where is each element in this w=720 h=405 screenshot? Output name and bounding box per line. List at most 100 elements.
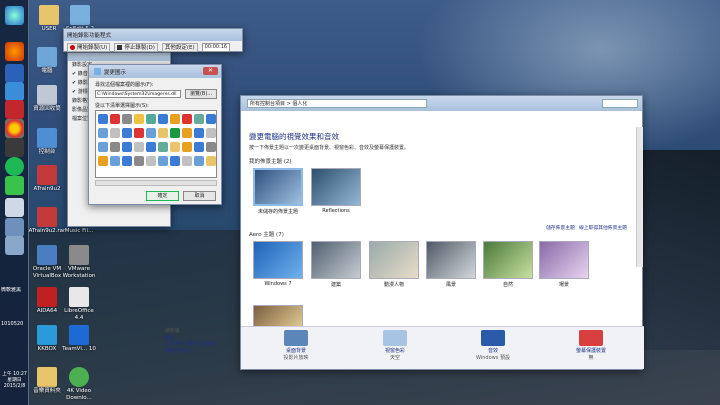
chrome-icon[interactable] (5, 119, 24, 138)
desktop-icon-atrain[interactable]: ATrain9u2 (28, 165, 66, 193)
scrollbar[interactable] (636, 127, 643, 267)
selectable-icon[interactable] (194, 156, 204, 166)
theme-windows7[interactable]: Windows 7 (253, 241, 303, 287)
search-input[interactable] (602, 99, 638, 108)
desktop-icon-vmware[interactable]: VMware Workstation (60, 245, 98, 279)
ok-button[interactable]: 確定 (146, 191, 179, 201)
selectable-icon[interactable] (194, 128, 204, 138)
browser-icon[interactable] (5, 64, 24, 83)
icon-list-scrollbar[interactable] (95, 180, 217, 186)
selectable-icon[interactable] (98, 128, 108, 138)
ease-of-access-link[interactable]: 輕鬆存取中心 (165, 349, 235, 356)
selectable-icon[interactable] (110, 142, 120, 152)
selectable-icon[interactable] (134, 114, 144, 124)
selectable-icon[interactable] (146, 156, 156, 166)
selectable-icon[interactable] (98, 142, 108, 152)
screen-saver-option[interactable]: 螢幕保護裝置無 (561, 330, 621, 361)
theme-label: 動漫人物 (383, 282, 404, 288)
dialog-title: 變更圖示 (104, 69, 127, 76)
theme-nature[interactable]: 自然 (483, 241, 533, 288)
desktop-icon-libreoffice[interactable]: LibreOffice 4.4 (60, 287, 98, 321)
cancel-button[interactable]: 取消 (183, 191, 216, 201)
theme-reflections[interactable]: Reflections (311, 168, 361, 214)
selectable-icon[interactable] (206, 142, 216, 152)
dialog-titlebar: 變更圖示 (89, 65, 221, 78)
selectable-icon[interactable] (206, 128, 216, 138)
selectable-icon[interactable] (170, 142, 180, 152)
selectable-icon[interactable] (98, 156, 108, 166)
control-panel-icon (37, 128, 57, 148)
spotify-icon[interactable] (5, 157, 24, 176)
desktop-icon-control-panel[interactable]: 控制台 (28, 128, 66, 156)
more-settings-button[interactable]: 其他設定(E) (161, 42, 198, 52)
selectable-icon[interactable] (122, 156, 132, 166)
clock[interactable]: 上午 10:27 星期日 2015/2/8 (0, 372, 29, 390)
selectable-icon[interactable] (122, 142, 132, 152)
browse-button[interactable]: 瀏覽(B)... (185, 89, 217, 99)
desktop-icon-teamviewer[interactable]: TeamVi... 10 (60, 325, 98, 353)
button-label: 開始錄製(U) (77, 45, 108, 51)
sounds-option[interactable]: 音效 Windows 預設 (463, 330, 523, 361)
theme-label: Reflections (322, 208, 350, 214)
firefox-icon[interactable] (5, 42, 24, 61)
recorder-icon[interactable] (5, 218, 24, 237)
selectable-icon[interactable] (146, 128, 156, 138)
app-icon[interactable] (5, 138, 24, 157)
selectable-icon[interactable] (158, 128, 168, 138)
selectable-icon[interactable] (182, 156, 192, 166)
theme-architecture[interactable]: 建築 (311, 241, 361, 288)
selectable-icon[interactable] (206, 114, 216, 124)
selectable-icon[interactable] (182, 142, 192, 152)
theme-landscapes[interactable]: 風景 (426, 241, 476, 288)
selectable-icon[interactable] (122, 114, 132, 124)
window-icon[interactable] (5, 198, 24, 217)
selectable-icon[interactable] (134, 128, 144, 138)
start-icon[interactable] (5, 6, 24, 25)
desktop-icon-computer[interactable]: 電腦 (28, 47, 66, 75)
record-icon (70, 44, 75, 50)
button-label: 其他設定(E) (164, 45, 195, 51)
selectable-icon[interactable] (182, 114, 192, 124)
desktop-icon-recycle[interactable]: 資源回收筒 (28, 85, 66, 113)
selectable-icon[interactable] (182, 128, 192, 138)
selectable-icon[interactable] (170, 114, 180, 124)
selectable-icon[interactable] (206, 156, 216, 166)
save-theme-link[interactable]: 儲存佈景主題 (546, 224, 575, 231)
window-color-option[interactable]: 視窗色彩 天空 (365, 330, 425, 361)
breadcrumb[interactable]: 所有控制台項目 > 個人化 (247, 99, 427, 108)
theme-characters[interactable]: 動漫人物 (369, 241, 419, 288)
option-label: 螢幕保護裝置 (575, 348, 606, 354)
selectable-icon[interactable] (122, 128, 132, 138)
selectable-icon[interactable] (134, 156, 144, 166)
icon-path-input[interactable]: C:\Windows\System32\imageres.dll (95, 90, 181, 98)
selectable-icon[interactable] (110, 156, 120, 166)
selectable-icon[interactable] (110, 114, 120, 124)
start-record-button[interactable]: 開始錄製(U) (67, 42, 111, 52)
line-icon[interactable] (5, 176, 24, 195)
filezilla-icon[interactable] (5, 100, 24, 119)
theme-scenes[interactable]: 場景 (539, 241, 589, 288)
desktop-icon-label: 資源回收筒 (33, 106, 61, 112)
ie-icon[interactable] (5, 82, 24, 101)
theme-unsaved[interactable]: 未儲存的佈景主題 (253, 168, 303, 215)
selectable-icon[interactable] (110, 128, 120, 138)
selectable-icon[interactable] (158, 114, 168, 124)
selectable-icon[interactable] (134, 142, 144, 152)
desktop-background-option[interactable]: 桌面背景 投影片放映 (266, 330, 326, 361)
selectable-icon[interactable] (158, 142, 168, 152)
selectable-icon[interactable] (170, 128, 180, 138)
desktop-icon-4k-downloader[interactable]: 4K Video Downlo... (60, 367, 98, 401)
selectable-icon[interactable] (194, 142, 204, 152)
online-themes-link[interactable]: 線上取得其他佈景主題 (579, 224, 627, 231)
selectable-icon[interactable] (98, 114, 108, 124)
stop-record-button[interactable]: 停止錄製(D) (114, 42, 158, 52)
selectable-icon[interactable] (170, 156, 180, 166)
selectable-icon[interactable] (194, 114, 204, 124)
selectable-icon[interactable] (146, 114, 156, 124)
selectable-icon[interactable] (158, 156, 168, 166)
icon-list[interactable] (95, 110, 217, 178)
close-button[interactable]: ✕ (203, 67, 218, 75)
desktop-icon-label: Music Fil... (64, 228, 94, 234)
selectable-icon[interactable] (146, 142, 156, 152)
explorer-icon[interactable] (5, 236, 24, 255)
